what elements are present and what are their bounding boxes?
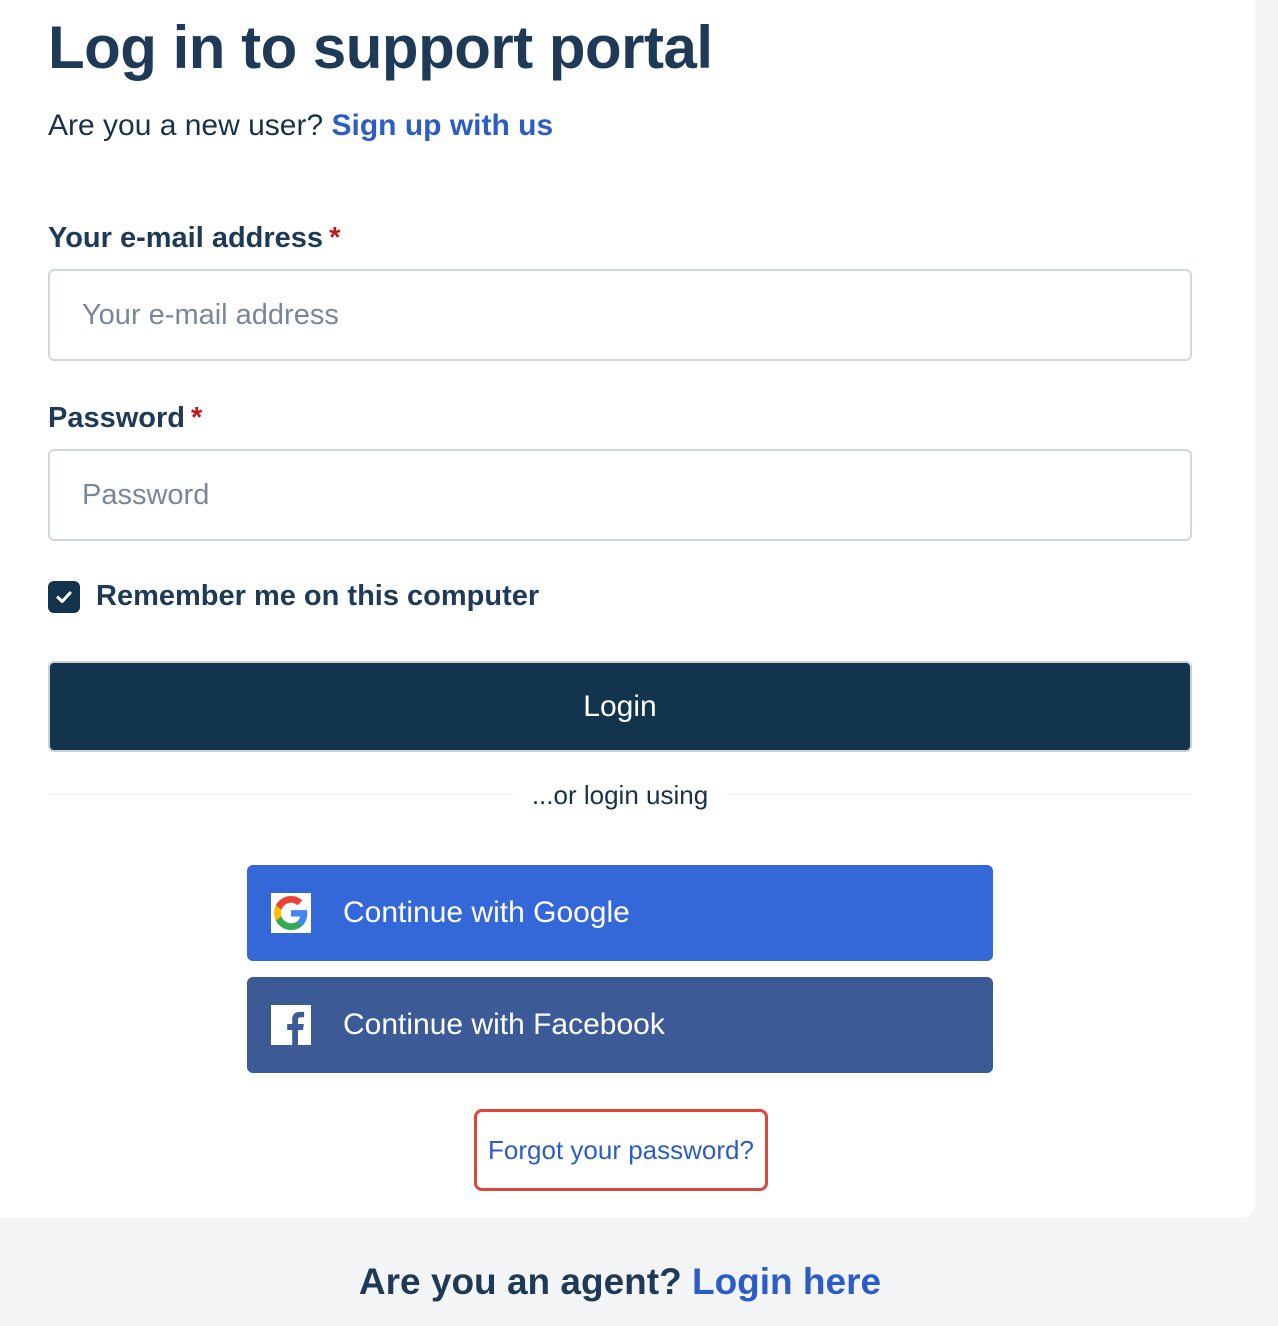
agent-prompt-text: Are you an agent? <box>358 1261 682 1302</box>
forgot-password-link[interactable]: Forgot your password? <box>474 1109 768 1191</box>
agent-login-link[interactable]: Login here <box>692 1261 881 1302</box>
remember-me-checkbox[interactable] <box>48 580 80 613</box>
signup-prompt: Are you a new user? Sign up with us <box>48 106 553 146</box>
continue-with-facebook-button[interactable]: Continue with Facebook <box>247 977 993 1073</box>
email-input[interactable] <box>48 269 1192 361</box>
signup-prompt-text: Are you a new user? <box>48 109 324 142</box>
continue-with-google-button[interactable]: Continue with Google <box>247 865 993 961</box>
password-label-text: Password <box>48 402 185 434</box>
checkmark-icon <box>56 591 72 603</box>
password-input[interactable] <box>48 449 1192 541</box>
email-required-marker: * <box>329 222 341 254</box>
page-title: Log in to support portal <box>48 14 713 81</box>
facebook-icon <box>271 1005 311 1045</box>
google-button-label: Continue with Google <box>343 896 630 929</box>
facebook-button-label: Continue with Facebook <box>343 1008 665 1041</box>
login-button[interactable]: Login <box>48 661 1192 752</box>
login-card: Log in to support portal Are you a new u… <box>0 0 1255 1218</box>
remember-me: Remember me on this computer <box>48 580 539 613</box>
agent-login-prompt: Are you an agent? Login here <box>0 1258 1240 1306</box>
signup-link[interactable]: Sign up with us <box>332 109 554 142</box>
alt-login-divider-text: ...or login using <box>513 780 727 810</box>
remember-me-label[interactable]: Remember me on this computer <box>96 580 539 613</box>
password-label: Password * <box>48 400 202 436</box>
password-required-marker: * <box>191 402 203 434</box>
email-label: Your e-mail address * <box>48 220 340 256</box>
alt-login-divider: ...or login using <box>0 778 1240 812</box>
google-icon <box>271 893 311 933</box>
email-label-text: Your e-mail address <box>48 222 324 254</box>
